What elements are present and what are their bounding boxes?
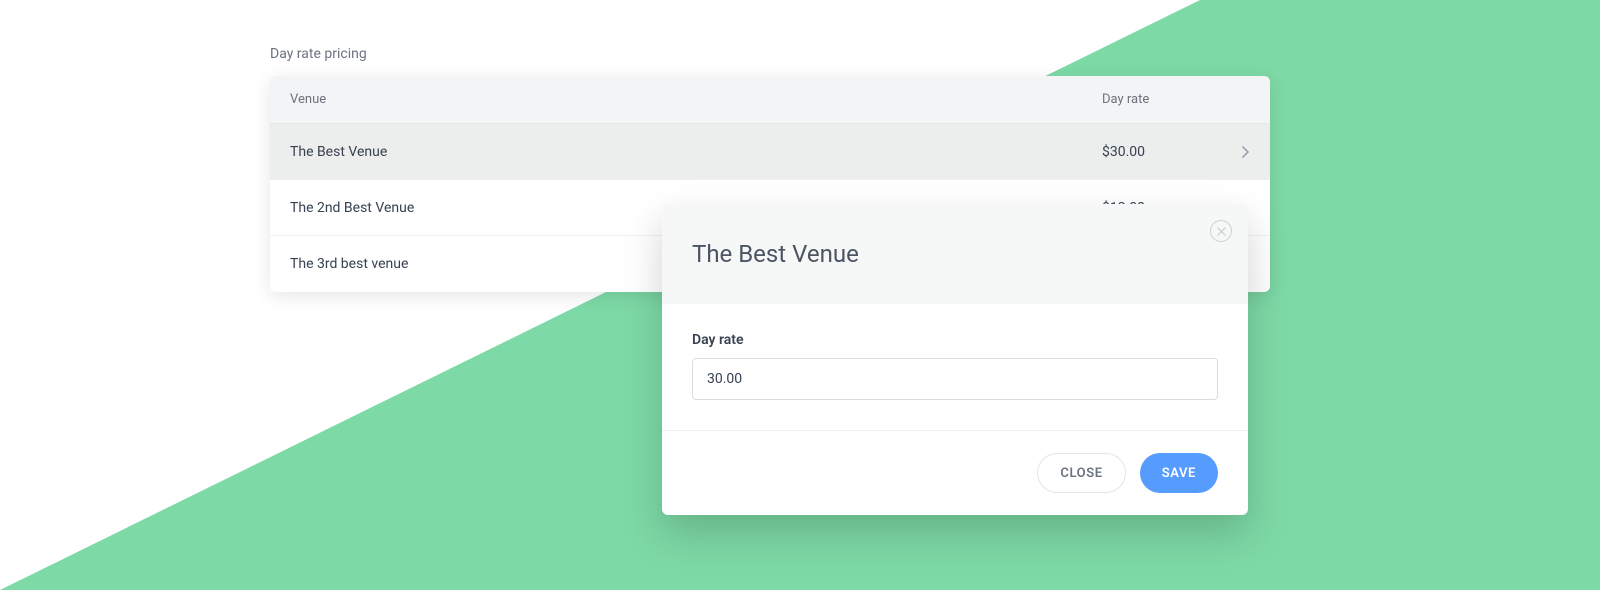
section-title: Day rate pricing: [270, 46, 1600, 62]
table-header: Venue Day rate: [270, 76, 1270, 124]
cell-rate: $30.00: [1102, 144, 1222, 160]
chevron-right-icon: [1222, 146, 1250, 158]
modal-title: The Best Venue: [692, 240, 859, 268]
save-button[interactable]: SAVE: [1140, 453, 1218, 493]
modal-footer: CLOSE SAVE: [662, 430, 1248, 515]
col-header-rate: Day rate: [1102, 92, 1222, 107]
edit-rate-modal: The Best Venue Day rate CLOSE SAVE: [662, 204, 1248, 515]
close-button[interactable]: CLOSE: [1037, 453, 1125, 493]
close-icon[interactable]: [1210, 220, 1232, 242]
cell-venue: The Best Venue: [290, 144, 1102, 160]
col-header-venue: Venue: [290, 92, 1102, 107]
day-rate-input[interactable]: [692, 358, 1218, 400]
modal-header: The Best Venue: [662, 204, 1248, 304]
table-row[interactable]: The Best Venue $30.00: [270, 124, 1270, 180]
day-rate-label: Day rate: [692, 332, 1218, 348]
